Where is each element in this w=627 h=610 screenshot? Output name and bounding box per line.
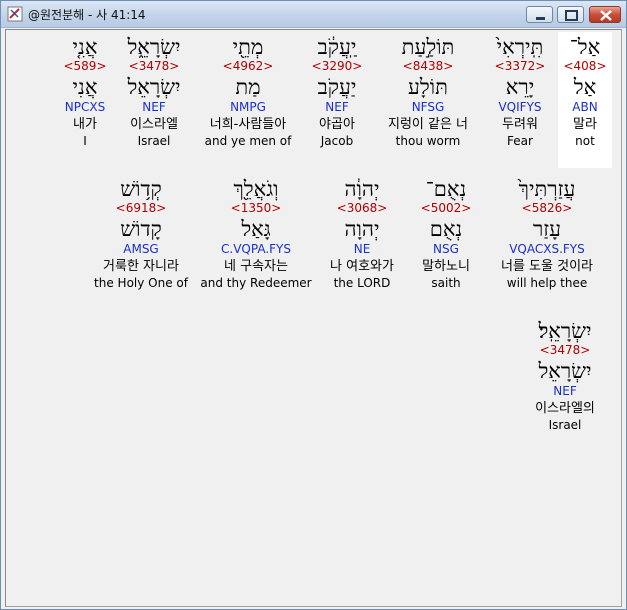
korean-gloss: 너희-사람들아 xyxy=(209,117,287,132)
hebrew-word: תִּֽירְאִי֙ xyxy=(496,35,544,59)
hebrew-word: עֲזַרְתִּיךְ֙ xyxy=(518,177,576,201)
strong-number[interactable]: <3068> xyxy=(337,201,388,217)
morphology: NMPG xyxy=(230,100,266,114)
word-cell[interactable]: תּוֹלַ֣עַת <8438> תּוֹלָע NFSG 지렁이 같은 너 … xyxy=(378,32,478,168)
english-gloss: Israel xyxy=(137,134,171,148)
english-gloss: the LORD xyxy=(333,276,391,290)
lemma: קָדוֹשׁ xyxy=(120,217,162,241)
word-cell[interactable]: יַֽעֲקֹ֔ב <3290> יַעֲקֹב NEF 야곱아 Jacob xyxy=(302,32,372,168)
korean-gloss: 야곱아 xyxy=(319,117,355,132)
strong-number[interactable]: <3478> xyxy=(129,59,180,75)
english-gloss: saith xyxy=(431,276,461,290)
lemma: גָּאַל xyxy=(241,217,271,241)
korean-gloss: 이스라엘의 xyxy=(535,401,595,416)
lemma: יָרֵא xyxy=(505,75,535,99)
word-cell[interactable]: תִּֽירְאִי֙ <3372> יָרֵא VQIFYS 두려워 Fear xyxy=(484,32,556,168)
verse-view[interactable]: אַל־ <408> אַל ABN 말라 not תִּֽירְאִי֙ <3… xyxy=(5,29,622,607)
hebrew-word: אֲנִ֤י xyxy=(72,35,98,59)
english-gloss: I xyxy=(83,134,87,148)
lemma: יַעֲקֹב xyxy=(317,75,357,99)
english-gloss: and ye men of xyxy=(204,134,292,148)
strong-number[interactable]: <8438> xyxy=(403,59,454,75)
lemma: עָזַר xyxy=(532,217,562,241)
word-cell[interactable]: מְתֵ֖י <4962> מַת NMPG 너희-사람들아 and ye me… xyxy=(196,32,300,168)
hebrew-word: אַל־ xyxy=(569,35,601,59)
lemma: יִשְׂרָאֵל xyxy=(538,359,592,383)
word-cell[interactable]: קְד֥וֹשׁ <6918> קָדוֹשׁ AMSG 거룩한 자니라 the… xyxy=(90,174,192,310)
hebrew-word: יִשְׂרָאֵֽל׃ xyxy=(538,319,592,343)
lemma: נְאֻם xyxy=(429,217,463,241)
english-gloss: Israel xyxy=(548,418,582,432)
korean-gloss: 말하노니 xyxy=(422,259,470,274)
korean-gloss: 거룩한 자니라 xyxy=(103,259,179,274)
lemma: יְהוָה xyxy=(344,217,380,241)
hebrew-word: מְתֵ֖י xyxy=(232,35,264,59)
korean-gloss: 이스라엘 xyxy=(130,117,178,132)
english-gloss: and thy Redeemer xyxy=(200,276,312,290)
morphology: NSG xyxy=(433,242,459,256)
word-cell[interactable]: וְגֹאֲלֵ֖ךְ <1350> גָּאַל C.VQPA.FYS 네 구… xyxy=(198,174,314,310)
word-cell[interactable]: יִשְׂרָאֵ֑ל <3478> יִשְׂרָאֵל NEF 이스라엘 I… xyxy=(114,32,194,168)
korean-gloss: 너를 도울 것이라 xyxy=(501,259,593,274)
lemma: מַת xyxy=(235,75,261,99)
strong-number[interactable]: <6918> xyxy=(116,201,167,217)
word-cell[interactable]: אֲנִ֤י <589> אֲנִי NPCXS 내가 I xyxy=(58,32,112,168)
morphology: AMSG xyxy=(123,242,159,256)
english-gloss: not xyxy=(575,134,595,148)
strong-number[interactable]: <4962> xyxy=(223,59,274,75)
strong-number[interactable]: <3290> xyxy=(312,59,363,75)
korean-gloss: 나 여호와가 xyxy=(330,259,394,274)
strong-number[interactable]: <589> xyxy=(63,59,106,75)
hebrew-word: וְגֹאֲלֵ֖ךְ xyxy=(233,177,279,201)
morphology: NFSG xyxy=(411,100,445,114)
morphology: NPCXS xyxy=(64,100,106,114)
app-window: @원전분해 - 사 41:14 אַל־ <408> אַל ABN 말라 no… xyxy=(0,0,627,610)
english-gloss: will help thee xyxy=(506,276,588,290)
korean-gloss: 네 구속자는 xyxy=(224,259,288,274)
hebrew-word: נְאֻם־ xyxy=(425,177,467,201)
korean-gloss: 말라 xyxy=(573,117,597,132)
word-cell[interactable]: יִשְׂרָאֵֽל׃ <3478> יִשְׂרָאֵל NEF 이스라엘의… xyxy=(516,316,614,452)
strong-number[interactable]: <5826> xyxy=(522,201,573,217)
lemma: אַל xyxy=(573,75,597,99)
morphology: ABN xyxy=(572,100,598,114)
morphology: NEF xyxy=(553,384,577,398)
word-cell[interactable]: עֲזַרְתִּיךְ֙ <5826> עָזַר VQACXS.FYS 너를… xyxy=(486,174,608,310)
word-cell[interactable]: נְאֻם־ <5002> נְאֻם NSG 말하노니 saith xyxy=(414,174,478,310)
word-cell[interactable]: אַל־ <408> אַל ABN 말라 not xyxy=(558,32,612,168)
korean-gloss: 두려워 xyxy=(502,117,538,132)
lemma: תּוֹלָע xyxy=(408,75,448,99)
english-gloss: thou worm xyxy=(395,134,461,148)
morphology: C.VQPA.FYS xyxy=(221,242,291,256)
hebrew-word: קְד֥וֹשׁ xyxy=(120,177,162,201)
lemma: יִשְׂרָאֵל xyxy=(127,75,181,99)
morphology: NE xyxy=(353,242,371,256)
hebrew-word: יְהוָ֔ה xyxy=(344,177,380,201)
hebrew-word: יַֽעֲקֹ֔ב xyxy=(317,35,357,59)
morphology: VQACXS.FYS xyxy=(509,242,585,256)
hebrew-word: תּוֹלַ֣עַת xyxy=(401,35,455,59)
korean-gloss: 내가 xyxy=(73,117,97,132)
korean-gloss: 지렁이 같은 너 xyxy=(387,117,469,132)
morphology: NEF xyxy=(142,100,166,114)
strong-number[interactable]: <408> xyxy=(563,59,606,75)
strong-number[interactable]: <3478> xyxy=(540,343,591,359)
morphology: VQIFYS xyxy=(498,100,542,114)
strong-number[interactable]: <5002> xyxy=(421,201,472,217)
lemma: אֲנִי xyxy=(72,75,98,99)
word-cell[interactable]: יְהוָ֔ה <3068> יְהוָה NE 나 여호와가 the LORD xyxy=(318,174,406,310)
strong-number[interactable]: <3372> xyxy=(495,59,546,75)
hebrew-word: יִשְׂרָאֵ֑ל xyxy=(127,35,181,59)
morphology: NEF xyxy=(325,100,349,114)
strong-number[interactable]: <1350> xyxy=(231,201,282,217)
english-gloss: Jacob xyxy=(320,134,354,148)
english-gloss: the Holy One of xyxy=(94,276,188,290)
english-gloss: Fear xyxy=(507,134,533,148)
